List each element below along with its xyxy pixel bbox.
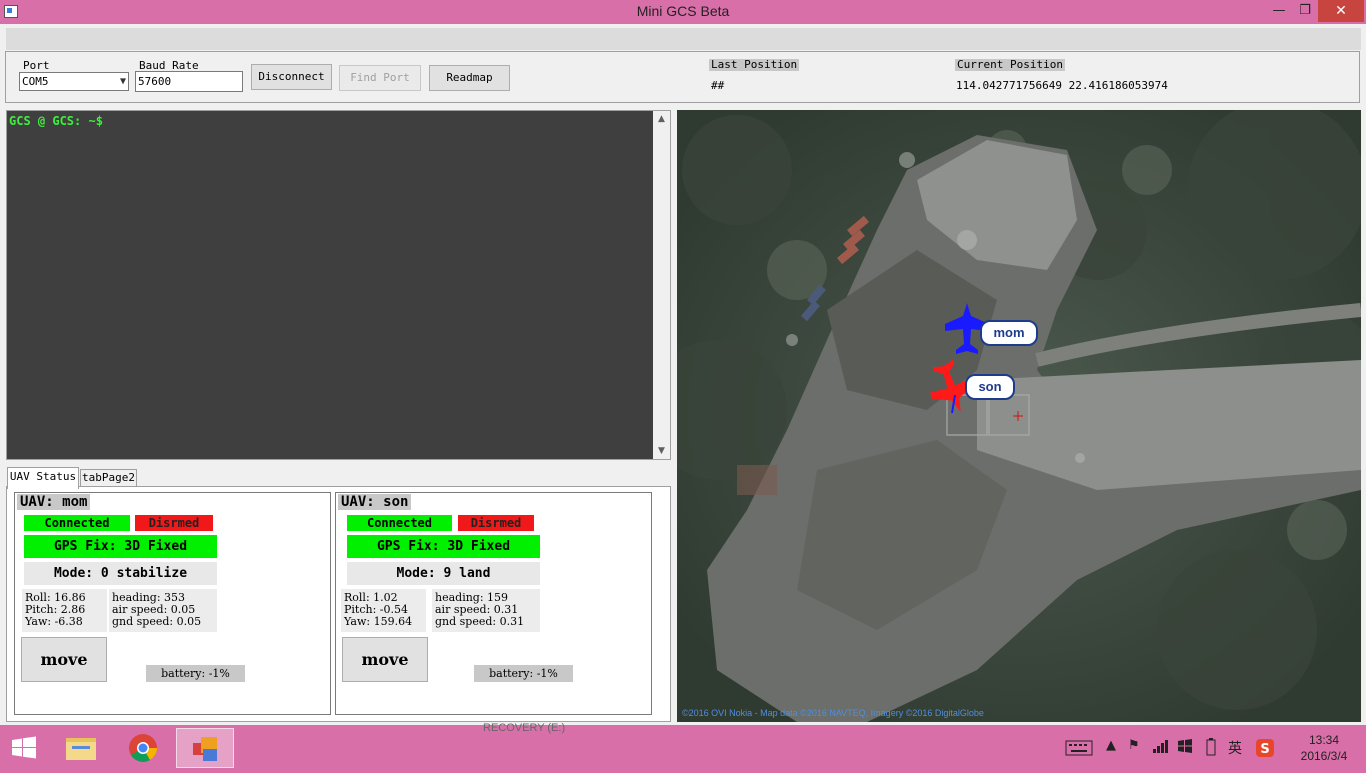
main-window: Port COM5 ▼ Baud Rate 57600 Disconnect F… — [0, 24, 1366, 725]
show-hidden-icons-icon[interactable]: ▲ — [1106, 738, 1116, 753]
start-button[interactable] — [0, 728, 48, 768]
file-explorer-button[interactable] — [52, 728, 110, 768]
uav-title: UAV: mom — [17, 494, 91, 510]
network-icon[interactable] — [1152, 738, 1170, 758]
window-title: Mini GCS Beta — [636, 3, 730, 19]
tab-tabpage2[interactable]: tabPage2 — [80, 469, 137, 487]
title-bar: Mini GCS Beta — ❐ ✕ — [0, 0, 1366, 24]
clock-time: 13:34 — [1308, 733, 1340, 747]
console-output[interactable]: GCS @ GCS: ~$ ▲ ▼ — [6, 110, 671, 460]
uav-panel-mom: UAV: mom Connected Disrmed GPS Fix: 3D F… — [14, 492, 331, 715]
yaw-value: Yaw: -6.38 — [25, 615, 83, 628]
battery-status: battery: -1% — [146, 665, 245, 682]
sogou-icon[interactable]: S — [1255, 738, 1275, 762]
recovery-drive-label: RECOVERY (E:) — [483, 722, 566, 734]
app-window-icon — [193, 737, 217, 761]
taskbar-clock[interactable]: 13:34 2016/3/4 — [1294, 732, 1354, 764]
menu-strip — [6, 28, 1361, 50]
chevron-down-icon[interactable]: ▼ — [120, 73, 126, 90]
port-value: COM5 — [22, 75, 49, 88]
mom-marker-label[interactable]: mom — [980, 320, 1038, 346]
connection-status-badge: Connected — [24, 515, 130, 531]
move-button[interactable]: move — [342, 637, 428, 682]
ime-indicator[interactable]: 英 — [1228, 738, 1242, 758]
port-select[interactable]: COM5 ▼ — [19, 72, 129, 91]
scroll-up-icon[interactable]: ▲ — [653, 112, 670, 126]
gps-status-badge: GPS Fix: 3D Fixed — [347, 535, 540, 558]
action-center-flag-icon[interactable]: ⚑ — [1128, 738, 1140, 753]
battery-status: battery: -1% — [474, 665, 573, 682]
readmap-button[interactable]: Readmap — [429, 65, 510, 91]
console-prompt: GCS @ GCS: ~$ — [9, 114, 103, 128]
son-marker-label[interactable]: son — [965, 374, 1015, 400]
minimize-button[interactable]: — — [1266, 0, 1292, 22]
connection-status-badge: Connected — [347, 515, 452, 531]
attitude-readout: Roll: 16.86 Pitch: 2.86 Yaw: -6.38 — [22, 589, 107, 632]
uav-panel-son: UAV: son Connected Disrmed GPS Fix: 3D F… — [335, 492, 652, 715]
attitude-readout: Roll: 1.02 Pitch: -0.54 Yaw: 159.64 — [341, 589, 426, 632]
map-copyright: ©2016 OVI Nokia - Map data ©2016 NAVTEQ,… — [682, 708, 984, 718]
windows-tray-icon[interactable] — [1177, 738, 1193, 758]
windows-logo-icon[interactable] — [0, 728, 48, 768]
svg-text:S: S — [1260, 742, 1269, 757]
clock-date: 2016/3/4 — [1300, 749, 1348, 763]
last-position-value: ## — [711, 79, 725, 92]
folder-icon — [66, 738, 96, 760]
last-position-label: Last Position — [709, 58, 800, 71]
gps-status-badge: GPS Fix: 3D Fixed — [24, 535, 217, 558]
arm-status-badge: Disrmed — [458, 515, 534, 531]
gnd-speed-value: gnd speed: 0.05 — [112, 615, 202, 628]
chrome-button[interactable] — [114, 728, 172, 768]
status-tabs: UAV Status tabPage2 UAV: mom Connected D… — [6, 467, 671, 722]
find-port-button[interactable]: Find Port — [339, 65, 421, 91]
move-button[interactable]: move — [21, 637, 107, 682]
mode-status: Mode: 9 land — [347, 562, 540, 585]
maximize-button[interactable]: ❐ — [1292, 0, 1318, 22]
tab-uav-status[interactable]: UAV Status — [7, 467, 79, 489]
disconnect-button[interactable]: Disconnect — [251, 64, 332, 90]
current-position-value: 114.042771756649 22.416186053974 — [956, 79, 1168, 92]
speed-readout: heading: 353 air speed: 0.05 gnd speed: … — [109, 589, 217, 632]
taskbar: RECOVERY (E:) ▲ ⚑ 英 S 13:34 2016/3/4 — [0, 722, 1366, 768]
close-button[interactable]: ✕ — [1318, 0, 1364, 22]
baud-rate-input[interactable]: 57600 — [135, 71, 243, 92]
uav-title: UAV: son — [338, 494, 412, 510]
satellite-map[interactable]: mom son ©2016 OVI Nokia - Map data ©2016… — [677, 110, 1361, 722]
tab-content: UAV: mom Connected Disrmed GPS Fix: 3D F… — [6, 486, 671, 722]
battery-icon[interactable] — [1205, 738, 1217, 760]
mini-gcs-taskbar-button[interactable] — [176, 728, 234, 768]
yaw-value: Yaw: 159.64 — [344, 615, 413, 628]
console-scrollbar[interactable]: ▲ ▼ — [653, 111, 670, 459]
map-imagery — [677, 110, 1361, 722]
chrome-icon — [129, 734, 157, 762]
keyboard-icon[interactable] — [1065, 740, 1093, 760]
current-position-label: Current Position — [955, 58, 1065, 71]
scroll-down-icon[interactable]: ▼ — [653, 444, 670, 458]
speed-readout: heading: 159 air speed: 0.31 gnd speed: … — [432, 589, 540, 632]
gnd-speed-value: gnd speed: 0.31 — [435, 615, 525, 628]
arm-status-badge: Disrmed — [135, 515, 213, 531]
mode-status: Mode: 0 stabilize — [24, 562, 217, 585]
port-label: Port — [23, 59, 50, 72]
